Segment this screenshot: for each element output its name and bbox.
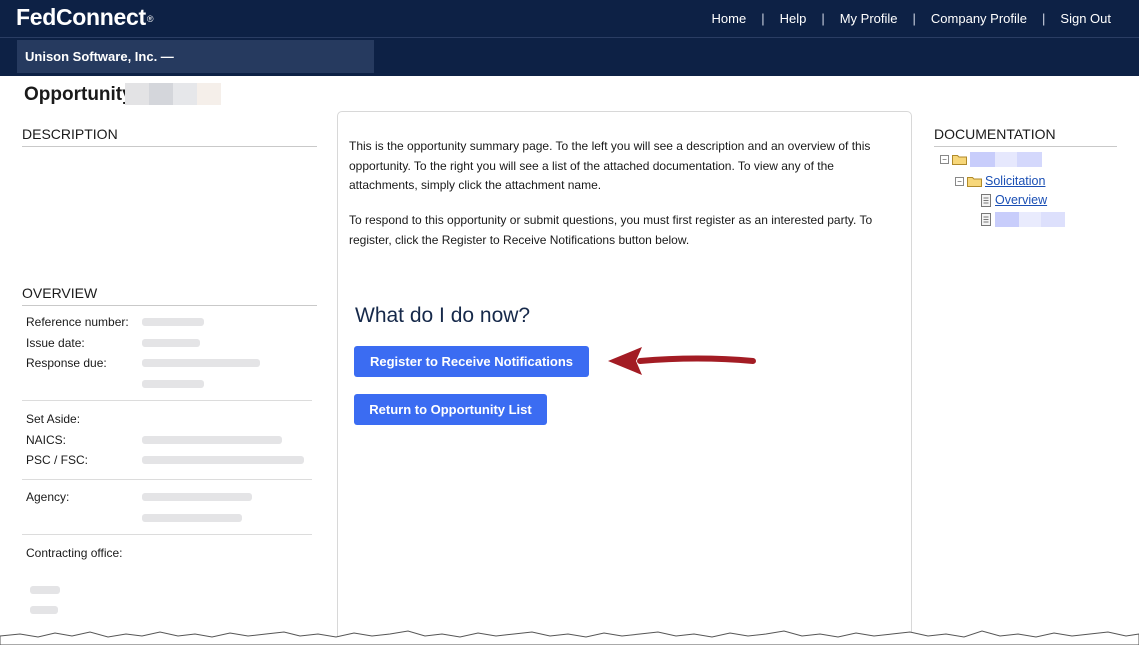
description-heading: DESCRIPTION xyxy=(22,126,317,147)
agency-redacted xyxy=(142,493,252,502)
office-redacted-2 xyxy=(30,606,58,615)
naics-label: NAICS: xyxy=(26,432,67,447)
nav-my-profile-link[interactable]: My Profile xyxy=(840,11,898,26)
logo-text: FedConnect xyxy=(16,4,146,30)
overview-row-agency-cont xyxy=(22,508,312,529)
nav-separator: | xyxy=(821,11,825,26)
attachment-name-redacted[interactable] xyxy=(995,212,1065,227)
nav-company-profile-link[interactable]: Company Profile xyxy=(931,11,1027,26)
nav-sign-out-link[interactable]: Sign Out xyxy=(1060,11,1111,26)
overview-row-reference: Reference number: xyxy=(22,312,312,333)
tree-root-node[interactable]: − xyxy=(940,152,1042,167)
summary-paragraph-1: This is the opportunity summary page. To… xyxy=(349,139,871,192)
overview-row-psc: PSC / FSC: xyxy=(22,450,312,471)
overview-row-issue-date: Issue date: xyxy=(22,333,312,354)
opportunity-id-redacted xyxy=(125,83,221,105)
company-bar: Unison Software, Inc. — xyxy=(0,38,1139,76)
reference-number-label: Reference number: xyxy=(26,315,129,330)
overview-row-agency: Agency: xyxy=(22,487,312,508)
overview-row-office-cont xyxy=(22,580,312,601)
psc-fsc-label: PSC / FSC: xyxy=(26,453,89,468)
reference-number-redacted xyxy=(142,318,204,327)
document-icon xyxy=(981,213,991,226)
nav-separator: | xyxy=(761,11,765,26)
overview-row-contracting-office: Contracting office: xyxy=(22,543,312,564)
nav-separator: | xyxy=(1042,11,1046,26)
issue-date-redacted xyxy=(142,338,200,347)
overview-row-naics: NAICS: xyxy=(22,430,312,451)
company-name: Unison Software, Inc. — xyxy=(17,40,374,73)
collapse-icon[interactable]: − xyxy=(955,176,964,186)
tree-attachment-node[interactable] xyxy=(981,212,1065,227)
overview-divider xyxy=(22,400,312,401)
issue-date-label: Issue date: xyxy=(26,335,85,350)
logo-registered-mark: ® xyxy=(146,13,154,24)
contracting-office-label: Contracting office: xyxy=(26,546,123,561)
tree-solicitation-node[interactable]: − Solicitation xyxy=(955,174,1045,188)
office-redacted-1 xyxy=(30,585,60,594)
nav-separator: | xyxy=(912,11,916,26)
psc-fsc-redacted xyxy=(142,456,304,465)
folder-icon xyxy=(967,176,982,187)
overview-document-link[interactable]: Overview xyxy=(995,193,1047,207)
fedconnect-logo[interactable]: FedConnect® xyxy=(16,4,154,31)
document-icon xyxy=(981,193,991,207)
arrow-annotation-icon xyxy=(608,347,756,375)
overview-row-response-due: Response due: xyxy=(22,353,312,374)
folder-icon xyxy=(952,155,967,165)
tree-overview-node[interactable]: Overview xyxy=(981,193,1047,207)
overview-group-codes: Set Aside: NAICS: PSC / FSC: xyxy=(22,409,312,471)
overview-group-dates: Reference number: Issue date: Response d… xyxy=(22,312,312,394)
collapse-icon[interactable]: − xyxy=(940,155,949,164)
nav-home-link[interactable]: Home xyxy=(712,11,747,26)
overview-group-agency: Agency: xyxy=(22,487,312,528)
documentation-heading: DOCUMENTATION xyxy=(934,126,1117,147)
overview-divider xyxy=(22,479,312,480)
root-folder-name-redacted xyxy=(970,152,1042,167)
overview-divider xyxy=(22,534,312,535)
torn-page-edge xyxy=(0,630,1139,645)
agency-label: Agency: xyxy=(26,490,70,505)
response-due-redacted xyxy=(142,359,260,368)
naics-redacted xyxy=(142,435,282,444)
overview-row-office-cont xyxy=(22,600,312,621)
what-now-heading: What do I do now? xyxy=(355,304,531,327)
summary-paragraph-2: To respond to this opportunity or submit… xyxy=(349,213,873,247)
response-due-redacted-2 xyxy=(142,379,204,388)
top-header: FedConnect® Home | Help | My Profile | C… xyxy=(0,0,1139,38)
set-aside-label: Set Aside: xyxy=(26,412,81,427)
solicitation-link[interactable]: Solicitation xyxy=(985,174,1045,188)
overview-row-response-due-cont xyxy=(22,374,312,395)
return-to-list-button[interactable]: Return to Opportunity List xyxy=(354,394,547,425)
register-notifications-button[interactable]: Register to Receive Notifications xyxy=(354,346,589,377)
overview-group-office: Contracting office: xyxy=(22,543,312,621)
response-due-label: Response due: xyxy=(26,356,107,371)
nav-help-link[interactable]: Help xyxy=(780,11,807,26)
overview-row-set-aside: Set Aside: xyxy=(22,409,312,430)
agency-redacted-2 xyxy=(142,513,242,522)
opportunity-title: Opportunity: xyxy=(24,84,140,105)
top-nav: Home | Help | My Profile | Company Profi… xyxy=(712,11,1112,26)
overview-heading: OVERVIEW xyxy=(22,285,317,306)
